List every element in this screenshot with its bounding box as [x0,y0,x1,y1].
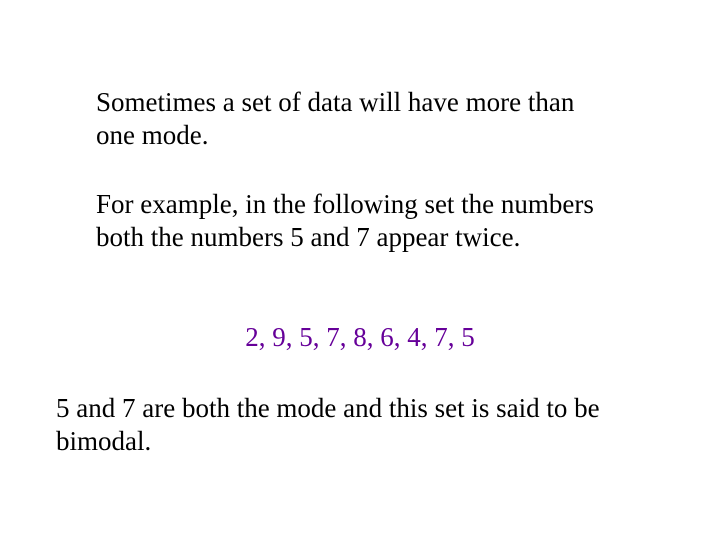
paragraph-example: For example, in the following set the nu… [96,188,616,254]
slide: Sometimes a set of data will have more t… [0,0,720,540]
data-set: 2, 9, 5, 7, 8, 6, 4, 7, 5 [0,322,720,353]
paragraph-intro: Sometimes a set of data will have more t… [96,86,616,152]
paragraph-conclusion: 5 and 7 are both the mode and this set i… [56,392,666,458]
